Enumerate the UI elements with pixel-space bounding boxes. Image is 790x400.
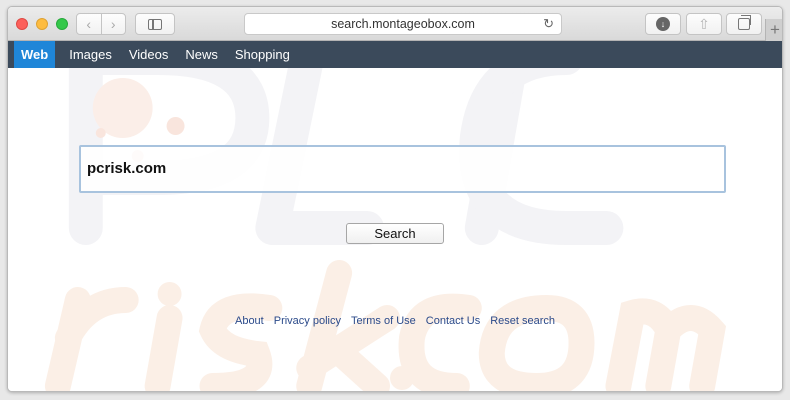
share-icon: ⇧	[698, 15, 710, 32]
sidebar-toggle-button[interactable]	[135, 13, 175, 35]
footer-link-privacy-policy[interactable]: Privacy policy	[274, 315, 341, 327]
footer-link-reset-search[interactable]: Reset search	[490, 315, 555, 327]
reload-icon[interactable]: ↻	[543, 14, 554, 34]
footer-link-contact-us[interactable]: Contact Us	[426, 315, 480, 327]
downloads-button[interactable]: ↓	[645, 13, 681, 35]
search-input[interactable]: pcrisk.com	[79, 145, 726, 193]
back-button[interactable]: ‹	[77, 14, 102, 34]
share-button[interactable]: ⇧	[686, 13, 722, 35]
history-nav-group: ‹ ›	[76, 13, 126, 35]
minimize-window-button[interactable]	[36, 18, 48, 30]
address-bar[interactable]: search.montageobox.com ↻	[244, 13, 562, 35]
footer-link-about[interactable]: About	[235, 315, 264, 327]
tabs-icon	[738, 15, 751, 30]
url-text: search.montageobox.com	[331, 17, 475, 31]
page-content: pcrisk.com Search About Privacy policy T…	[8, 68, 782, 391]
footer-links: About Privacy policy Terms of Use Contac…	[8, 315, 782, 327]
nav-item-web[interactable]: Web	[14, 41, 56, 68]
tab-overview-button[interactable]	[726, 13, 762, 35]
browser-window: ‹ › search.montageobox.com ↻ ↓ ⇧ + Web I…	[7, 6, 783, 392]
new-tab-button[interactable]: +	[765, 19, 782, 41]
forward-button[interactable]: ›	[102, 14, 126, 34]
footer-link-terms-of-use[interactable]: Terms of Use	[351, 315, 416, 327]
nav-item-videos[interactable]: Videos	[123, 41, 175, 68]
sidebar-icon	[148, 18, 162, 30]
browser-toolbar: ‹ › search.montageobox.com ↻ ↓ ⇧ +	[8, 7, 782, 41]
search-button[interactable]: Search	[346, 223, 444, 244]
nav-item-images[interactable]: Images	[63, 41, 118, 68]
nav-item-shopping[interactable]: Shopping	[229, 41, 296, 68]
close-window-button[interactable]	[16, 18, 28, 30]
nav-item-news[interactable]: News	[179, 41, 224, 68]
search-category-nav: Web Images Videos News Shopping	[8, 41, 782, 68]
download-icon: ↓	[656, 17, 670, 31]
zoom-window-button[interactable]	[56, 18, 68, 30]
